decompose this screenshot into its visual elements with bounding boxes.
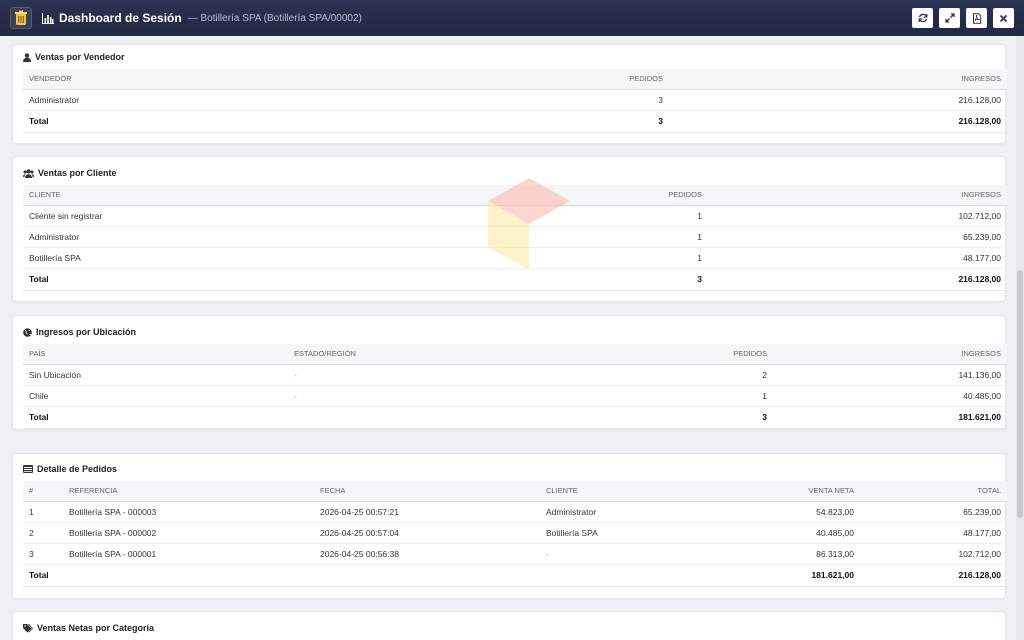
expand-button[interactable] [939,8,960,28]
card-title-pedidos: Detalle de Pedidos [23,460,117,478]
table-row: Cliente sin registrar 1 102.712,00 [23,205,1007,227]
pdf-button[interactable] [966,8,987,28]
refresh-icon [918,13,927,23]
list-icon [23,465,33,473]
table-row: Administrator 1 65.239,00 [23,226,1007,248]
table-total-row: Total 3 216.128,00 [23,109,1007,133]
card-title-categoria: Ventas Netas por Categoría [23,619,154,637]
table-total-row: Total 3 216.128,00 [23,267,1007,291]
tags-icon [23,623,33,633]
pdf-icon [972,12,981,24]
table-header-row: PAÍS ESTADO/REGIÓN PEDIDOS INGRESOS [23,344,1007,365]
dashboard-content[interactable]: Ventas por Vendedor VENDEDOR PEDIDOS ING… [0,36,1024,640]
table-total-row: Total 181.621,00 216.128,00 [23,563,1007,587]
table-total-row: Total 3 181.621,00 [23,405,1007,429]
refresh-button[interactable] [912,8,933,28]
table-ubicacion: PAÍS ESTADO/REGIÓN PEDIDOS INGRESOS Sin … [23,344,1007,429]
card-title-ubicacion: Ingresos por Ubicación [23,323,136,341]
close-icon [999,14,1008,22]
table-row: 3 Botillería SPA - 000001 2026-04-25 00:… [23,543,1007,565]
users-icon [23,168,34,178]
table-row: Sin Ubicación - 2 141.136,00 [23,364,1007,386]
window-subtitle: — Botillería SPA (Botillería SPA/00002) [187,12,362,24]
card-ventas-categoria: Ventas Netas por Categoría [12,611,1006,640]
card-title-cliente: Ventas por Cliente [23,164,117,182]
close-button[interactable] [993,8,1014,28]
globe-icon [23,327,32,337]
table-vendedor: VENDEDOR PEDIDOS INGRESOS Administrator … [23,69,1007,133]
window-title: Dashboard de Sesión [59,11,182,25]
trash-bin-logo-icon [15,10,27,25]
table-row: Chile - 1 40.485,00 [23,385,1007,407]
card-detalle-pedidos: Detalle de Pedidos # REFERENCIA FECHA CL… [12,453,1007,599]
user-icon [23,52,31,62]
table-row: 1 Botillería SPA - 000003 2026-04-25 00:… [23,501,1007,523]
table-header-row: # REFERENCIA FECHA CLIENTE VENTA NETA TO… [23,481,1007,502]
table-row: 2 Botillería SPA - 000002 2026-04-25 00:… [23,522,1007,544]
toolbar-buttons [912,8,1014,28]
card-ventas-cliente: Ventas por Cliente CLIENTE PEDIDOS INGRE… [12,156,1007,302]
scrollbar-thumb[interactable] [1017,270,1023,518]
app-logo [10,7,32,29]
table-cliente: CLIENTE PEDIDOS INGRESOS Cliente sin reg… [23,185,1007,291]
title-bar: Dashboard de Sesión — Botillería SPA (Bo… [0,0,1024,36]
card-title-vendedor: Ventas por Vendedor [23,48,125,66]
expand-icon [944,13,955,23]
table-header-row: VENDEDOR PEDIDOS INGRESOS [23,69,1007,90]
table-row: Administrator 3 216.128,00 [23,89,1007,111]
card-ventas-vendedor: Ventas por Vendedor VENDEDOR PEDIDOS ING… [12,44,1007,144]
card-ingresos-ubicacion: Ingresos por Ubicación PAÍS ESTADO/REGIÓ… [12,315,1007,430]
bar-chart-icon [42,12,54,24]
table-row: Botillería SPA 1 48.177,00 [23,247,1007,269]
table-pedidos: # REFERENCIA FECHA CLIENTE VENTA NETA TO… [23,481,1007,587]
table-header-row: CLIENTE PEDIDOS INGRESOS [23,185,1007,206]
